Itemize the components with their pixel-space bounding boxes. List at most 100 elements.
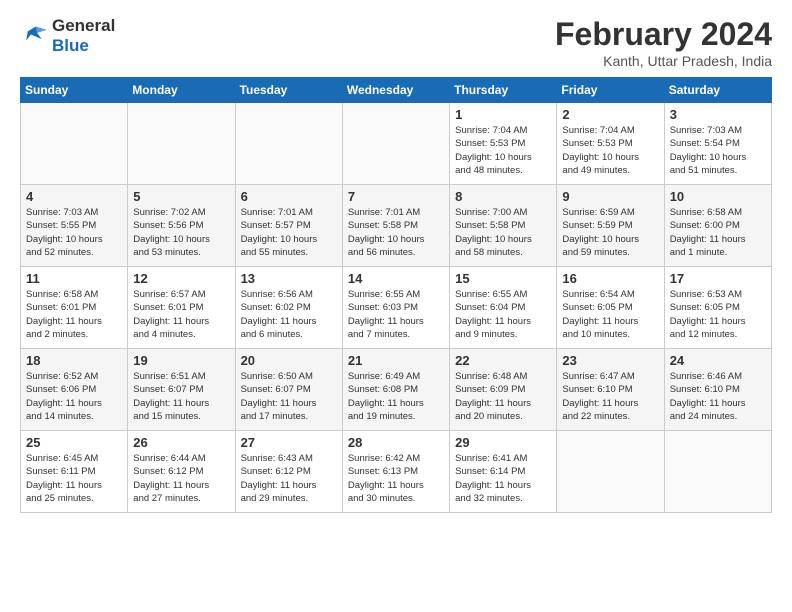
day-number: 11 (26, 271, 122, 286)
week-row-5: 25 Sunrise: 6:45 AM Sunset: 6:11 PM Dayli… (21, 431, 772, 513)
day-cell: 22Sunrise: 6:48 AM Sunset: 6:09 PM Dayli… (450, 349, 557, 431)
logo-icon (20, 22, 48, 50)
day-number: 21 (348, 353, 444, 368)
day-cell: 11 Sunrise: 6:58 AM Sunset: 6:01 PM Dayli… (21, 267, 128, 349)
calendar-page: General Blue February 2024 Kanth, Uttar … (0, 0, 792, 523)
day-cell: 12 Sunrise: 6:57 AM Sunset: 6:01 PM Dayli… (128, 267, 235, 349)
day-info: Sunrise: 6:56 AM Sunset: 6:02 PM Dayligh… (241, 288, 337, 341)
day-info: Sunrise: 6:42 AM Sunset: 6:13 PM Dayligh… (348, 452, 444, 505)
week-row-1: 1 Sunrise: 7:04 AM Sunset: 5:53 PM Daylig… (21, 103, 772, 185)
day-info: Sunrise: 7:00 AM Sunset: 5:58 PM Dayligh… (455, 206, 551, 259)
day-cell: 8 Sunrise: 7:00 AM Sunset: 5:58 PM Daylig… (450, 185, 557, 267)
header-row: SundayMondayTuesdayWednesdayThursdayFrid… (21, 78, 772, 103)
day-info: Sunrise: 6:44 AM Sunset: 6:12 PM Dayligh… (133, 452, 229, 505)
column-header-tuesday: Tuesday (235, 78, 342, 103)
column-header-monday: Monday (128, 78, 235, 103)
day-number: 10 (670, 189, 766, 204)
logo-text: General Blue (52, 16, 115, 57)
header: General Blue February 2024 Kanth, Uttar … (20, 16, 772, 69)
day-info: Sunrise: 6:57 AM Sunset: 6:01 PM Dayligh… (133, 288, 229, 341)
day-info: Sunrise: 6:50 AM Sunset: 6:07 PM Dayligh… (241, 370, 337, 423)
day-info: Sunrise: 6:48 AM Sunset: 6:09 PM Dayligh… (455, 370, 551, 423)
day-cell: 16 Sunrise: 6:54 AM Sunset: 6:05 PM Dayli… (557, 267, 664, 349)
day-number: 12 (133, 271, 229, 286)
day-cell: 17 Sunrise: 6:53 AM Sunset: 6:05 PM Dayli… (664, 267, 771, 349)
day-cell: 18 Sunrise: 6:52 AM Sunset: 6:06 PM Dayli… (21, 349, 128, 431)
day-number: 23 (562, 353, 658, 368)
title-area: February 2024 Kanth, Uttar Pradesh, Indi… (555, 16, 772, 69)
day-info: Sunrise: 7:04 AM Sunset: 5:53 PM Dayligh… (455, 124, 551, 177)
day-info: Sunrise: 6:53 AM Sunset: 6:05 PM Dayligh… (670, 288, 766, 341)
day-cell: 14 Sunrise: 6:55 AM Sunset: 6:03 PM Dayli… (342, 267, 449, 349)
day-number: 18 (26, 353, 122, 368)
calendar-table: SundayMondayTuesdayWednesdayThursdayFrid… (20, 77, 772, 513)
column-header-friday: Friday (557, 78, 664, 103)
day-cell (128, 103, 235, 185)
day-number: 16 (562, 271, 658, 286)
day-cell: 9Sunrise: 6:59 AM Sunset: 5:59 PM Daylig… (557, 185, 664, 267)
day-number: 17 (670, 271, 766, 286)
month-title: February 2024 (555, 16, 772, 53)
day-number: 2 (562, 107, 658, 122)
day-number: 5 (133, 189, 229, 204)
day-cell: 6 Sunrise: 7:01 AM Sunset: 5:57 PM Daylig… (235, 185, 342, 267)
day-cell: 2 Sunrise: 7:04 AM Sunset: 5:53 PM Daylig… (557, 103, 664, 185)
day-info: Sunrise: 6:41 AM Sunset: 6:14 PM Dayligh… (455, 452, 551, 505)
week-row-4: 18 Sunrise: 6:52 AM Sunset: 6:06 PM Dayli… (21, 349, 772, 431)
day-cell: 3Sunrise: 7:03 AM Sunset: 5:54 PM Daylig… (664, 103, 771, 185)
day-cell: 4 Sunrise: 7:03 AM Sunset: 5:55 PM Daylig… (21, 185, 128, 267)
day-info: Sunrise: 6:51 AM Sunset: 6:07 PM Dayligh… (133, 370, 229, 423)
day-info: Sunrise: 6:45 AM Sunset: 6:11 PM Dayligh… (26, 452, 122, 505)
day-info: Sunrise: 6:58 AM Sunset: 6:00 PM Dayligh… (670, 206, 766, 259)
day-cell (235, 103, 342, 185)
day-info: Sunrise: 6:58 AM Sunset: 6:01 PM Dayligh… (26, 288, 122, 341)
day-number: 20 (241, 353, 337, 368)
day-cell: 21 Sunrise: 6:49 AM Sunset: 6:08 PM Dayli… (342, 349, 449, 431)
day-cell: 29 Sunrise: 6:41 AM Sunset: 6:14 PM Dayli… (450, 431, 557, 513)
day-number: 6 (241, 189, 337, 204)
day-number: 15 (455, 271, 551, 286)
day-number: 13 (241, 271, 337, 286)
day-cell (21, 103, 128, 185)
location: Kanth, Uttar Pradesh, India (555, 53, 772, 69)
day-number: 1 (455, 107, 551, 122)
day-info: Sunrise: 6:49 AM Sunset: 6:08 PM Dayligh… (348, 370, 444, 423)
day-info: Sunrise: 6:54 AM Sunset: 6:05 PM Dayligh… (562, 288, 658, 341)
day-cell: 24Sunrise: 6:46 AM Sunset: 6:10 PM Dayli… (664, 349, 771, 431)
column-header-thursday: Thursday (450, 78, 557, 103)
day-cell: 23Sunrise: 6:47 AM Sunset: 6:10 PM Dayli… (557, 349, 664, 431)
day-number: 14 (348, 271, 444, 286)
day-number: 28 (348, 435, 444, 450)
day-number: 7 (348, 189, 444, 204)
day-number: 19 (133, 353, 229, 368)
day-info: Sunrise: 7:04 AM Sunset: 5:53 PM Dayligh… (562, 124, 658, 177)
day-number: 29 (455, 435, 551, 450)
column-header-sunday: Sunday (21, 78, 128, 103)
day-number: 4 (26, 189, 122, 204)
day-info: Sunrise: 7:01 AM Sunset: 5:57 PM Dayligh… (241, 206, 337, 259)
day-cell: 1 Sunrise: 7:04 AM Sunset: 5:53 PM Daylig… (450, 103, 557, 185)
day-info: Sunrise: 7:02 AM Sunset: 5:56 PM Dayligh… (133, 206, 229, 259)
day-cell: 5 Sunrise: 7:02 AM Sunset: 5:56 PM Daylig… (128, 185, 235, 267)
day-cell (557, 431, 664, 513)
day-info: Sunrise: 6:43 AM Sunset: 6:12 PM Dayligh… (241, 452, 337, 505)
day-info: Sunrise: 6:46 AM Sunset: 6:10 PM Dayligh… (670, 370, 766, 423)
day-cell: 13 Sunrise: 6:56 AM Sunset: 6:02 PM Dayli… (235, 267, 342, 349)
day-cell: 19 Sunrise: 6:51 AM Sunset: 6:07 PM Dayli… (128, 349, 235, 431)
day-cell: 20 Sunrise: 6:50 AM Sunset: 6:07 PM Dayli… (235, 349, 342, 431)
day-number: 9 (562, 189, 658, 204)
day-cell: 15 Sunrise: 6:55 AM Sunset: 6:04 PM Dayli… (450, 267, 557, 349)
day-info: Sunrise: 7:01 AM Sunset: 5:58 PM Dayligh… (348, 206, 444, 259)
day-cell: 26Sunrise: 6:44 AM Sunset: 6:12 PM Dayli… (128, 431, 235, 513)
day-info: Sunrise: 6:52 AM Sunset: 6:06 PM Dayligh… (26, 370, 122, 423)
day-cell: 25 Sunrise: 6:45 AM Sunset: 6:11 PM Dayli… (21, 431, 128, 513)
week-row-3: 11 Sunrise: 6:58 AM Sunset: 6:01 PM Dayli… (21, 267, 772, 349)
day-cell (664, 431, 771, 513)
day-info: Sunrise: 6:55 AM Sunset: 6:03 PM Dayligh… (348, 288, 444, 341)
day-number: 25 (26, 435, 122, 450)
day-number: 27 (241, 435, 337, 450)
day-info: Sunrise: 6:55 AM Sunset: 6:04 PM Dayligh… (455, 288, 551, 341)
day-info: Sunrise: 7:03 AM Sunset: 5:55 PM Dayligh… (26, 206, 122, 259)
day-number: 8 (455, 189, 551, 204)
day-number: 3 (670, 107, 766, 122)
